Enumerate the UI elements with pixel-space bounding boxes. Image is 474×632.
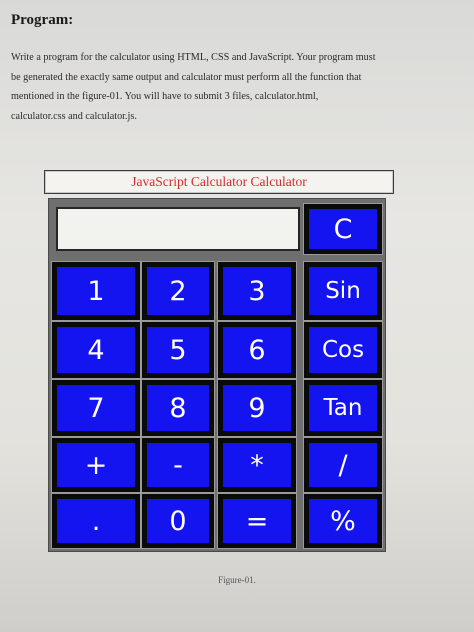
tan-button[interactable]: Tan [304,380,382,436]
calculator-display[interactable] [56,207,300,251]
minus-button[interactable]: - [142,438,214,492]
clear-button[interactable]: C [304,204,382,254]
digit-8-button[interactable]: 8 [142,380,214,436]
percent-button[interactable]: % [304,494,382,548]
instructions-paragraph: Write a program for the calculator using… [11,48,466,126]
digit-1-button[interactable]: 1 [52,262,140,320]
plus-button[interactable]: + [52,438,140,492]
program-heading: Program: [11,12,74,28]
decimal-button[interactable]: . [52,494,140,548]
digit-5-button[interactable]: 5 [142,322,214,378]
paragraph-line: Write a program for the calculator using… [11,52,376,63]
sin-button[interactable]: Sin [304,262,382,320]
calculator-title: JavaScript Calculator Calculator [44,170,394,194]
digit-0-button[interactable]: 0 [142,494,214,548]
equals-button[interactable]: = [218,494,296,548]
figure-caption: Figure-01. [218,575,256,585]
multiply-button[interactable]: * [218,438,296,492]
digit-9-button[interactable]: 9 [218,380,296,436]
digit-7-button[interactable]: 7 [52,380,140,436]
paragraph-line: mentioned in the figure-01. You will hav… [11,91,319,102]
divide-button[interactable]: / [304,438,382,492]
paragraph-line: be generated the exactly same output and… [11,71,362,83]
digit-3-button[interactable]: 3 [218,262,296,320]
paragraph-line: calculator.css and calculator.js. [11,110,137,122]
cos-button[interactable]: Cos [304,322,382,378]
digit-4-button[interactable]: 4 [52,322,140,378]
digit-6-button[interactable]: 6 [218,322,296,378]
digit-2-button[interactable]: 2 [142,262,214,320]
